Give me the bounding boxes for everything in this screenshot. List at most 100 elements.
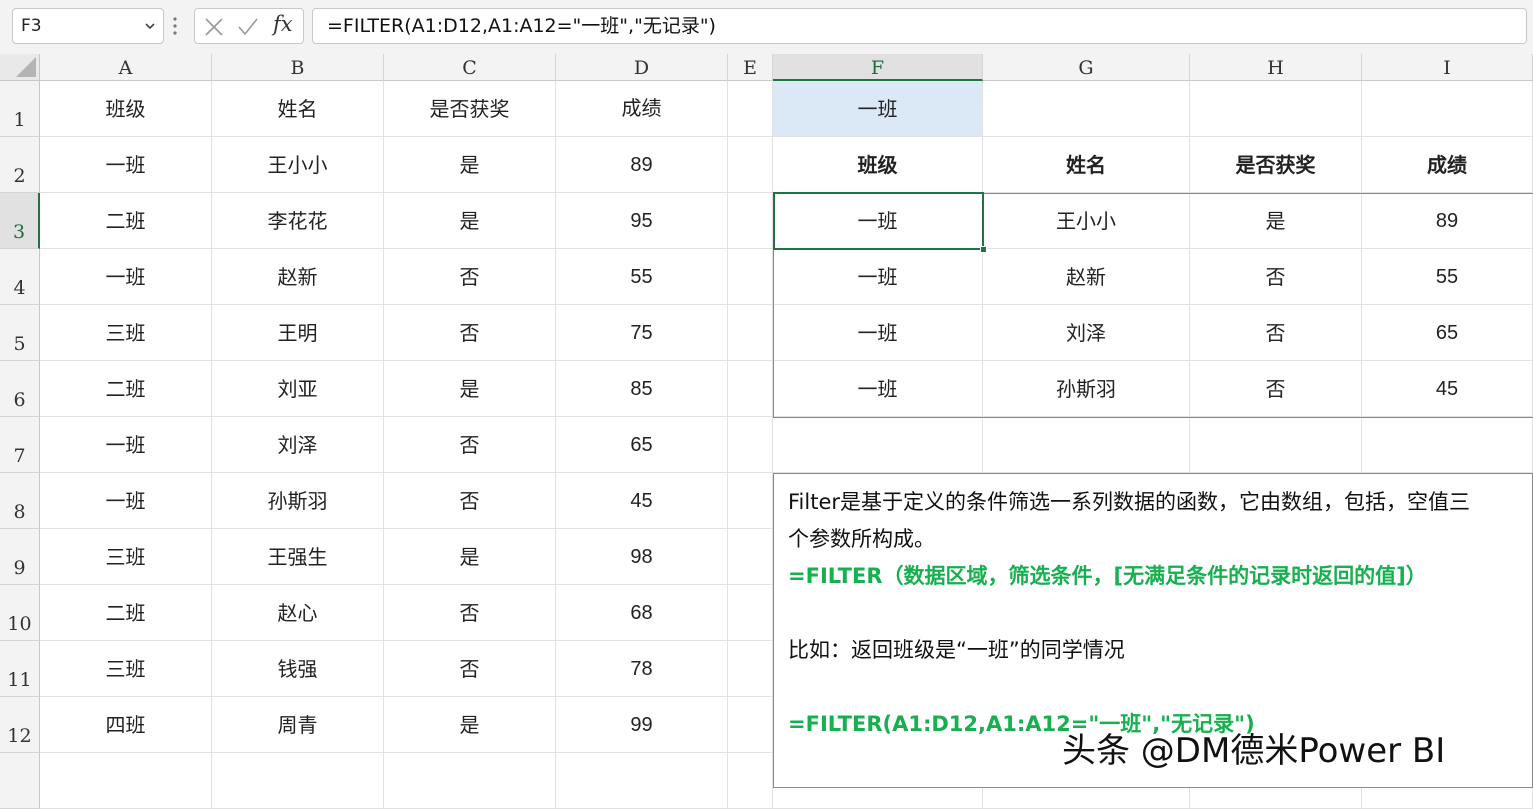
row-header-8[interactable]: 8 bbox=[0, 473, 40, 529]
cell-D4[interactable]: 55 bbox=[556, 249, 728, 305]
cell-D7[interactable]: 65 bbox=[556, 417, 728, 473]
cell-B2[interactable]: 王小小 bbox=[212, 137, 384, 193]
cell-A12[interactable]: 四班 bbox=[40, 697, 212, 753]
cell-D9[interactable]: 98 bbox=[556, 529, 728, 585]
cell-C7[interactable]: 否 bbox=[384, 417, 556, 473]
cell-E10[interactable] bbox=[728, 585, 773, 641]
cell-E4[interactable] bbox=[728, 249, 773, 305]
cell-I2[interactable]: 成绩 bbox=[1362, 137, 1533, 193]
cell-A1[interactable]: 班级 bbox=[40, 81, 212, 137]
cell-H2[interactable]: 是否获奖 bbox=[1190, 137, 1362, 193]
cell-A9[interactable]: 三班 bbox=[40, 529, 212, 585]
cell-A11[interactable]: 三班 bbox=[40, 641, 212, 697]
cell-A3[interactable]: 二班 bbox=[40, 193, 212, 249]
cancel-icon[interactable] bbox=[203, 16, 225, 38]
cell-E6[interactable] bbox=[728, 361, 773, 417]
cell-G7[interactable] bbox=[983, 417, 1190, 473]
column-header-F[interactable]: F bbox=[773, 54, 983, 81]
cell-B10[interactable]: 赵心 bbox=[212, 585, 384, 641]
cell-C3[interactable]: 是 bbox=[384, 193, 556, 249]
cell-B11[interactable]: 钱强 bbox=[212, 641, 384, 697]
cell-A4[interactable]: 一班 bbox=[40, 249, 212, 305]
cell-D10[interactable]: 68 bbox=[556, 585, 728, 641]
cell-C13[interactable] bbox=[384, 753, 556, 809]
cell-B6[interactable]: 刘亚 bbox=[212, 361, 384, 417]
row-header-10[interactable]: 10 bbox=[0, 585, 40, 641]
cell-A7[interactable]: 一班 bbox=[40, 417, 212, 473]
cell-B7[interactable]: 刘泽 bbox=[212, 417, 384, 473]
cell-F1[interactable]: 一班 bbox=[773, 81, 983, 137]
cell-C6[interactable]: 是 bbox=[384, 361, 556, 417]
cell-D11[interactable]: 78 bbox=[556, 641, 728, 697]
cell-C4[interactable]: 否 bbox=[384, 249, 556, 305]
cell-B8[interactable]: 孙斯羽 bbox=[212, 473, 384, 529]
cell-E11[interactable] bbox=[728, 641, 773, 697]
cell-D12[interactable]: 99 bbox=[556, 697, 728, 753]
cell-H3[interactable]: 是 bbox=[1190, 193, 1362, 249]
cell-F6[interactable]: 一班 bbox=[773, 361, 983, 417]
cell-A6[interactable]: 二班 bbox=[40, 361, 212, 417]
cell-G4[interactable]: 赵新 bbox=[983, 249, 1190, 305]
cell-F3[interactable]: 一班 bbox=[773, 193, 983, 249]
cell-B5[interactable]: 王明 bbox=[212, 305, 384, 361]
cell-B1[interactable]: 姓名 bbox=[212, 81, 384, 137]
cell-D6[interactable]: 85 bbox=[556, 361, 728, 417]
cell-D8[interactable]: 45 bbox=[556, 473, 728, 529]
column-header-D[interactable]: D bbox=[556, 54, 728, 81]
cell-A10[interactable]: 二班 bbox=[40, 585, 212, 641]
fill-handle[interactable] bbox=[980, 246, 987, 253]
cell-B13[interactable] bbox=[212, 753, 384, 809]
cell-G5[interactable]: 刘泽 bbox=[983, 305, 1190, 361]
cell-C2[interactable]: 是 bbox=[384, 137, 556, 193]
cell-E7[interactable] bbox=[728, 417, 773, 473]
cell-H1[interactable] bbox=[1190, 81, 1362, 137]
cell-D3[interactable]: 95 bbox=[556, 193, 728, 249]
name-box[interactable]: F3 bbox=[12, 8, 164, 44]
cell-B12[interactable]: 周青 bbox=[212, 697, 384, 753]
row-header-11[interactable]: 11 bbox=[0, 641, 40, 697]
cell-G3[interactable]: 王小小 bbox=[983, 193, 1190, 249]
cell-F2[interactable]: 班级 bbox=[773, 137, 983, 193]
column-header-C[interactable]: C bbox=[384, 54, 556, 81]
cell-F7[interactable] bbox=[773, 417, 983, 473]
row-header-12[interactable]: 12 bbox=[0, 697, 40, 753]
cell-E5[interactable] bbox=[728, 305, 773, 361]
select-all-button[interactable] bbox=[0, 54, 40, 81]
cell-G2[interactable]: 姓名 bbox=[983, 137, 1190, 193]
row-header-4[interactable]: 4 bbox=[0, 249, 40, 305]
column-header-I[interactable]: I bbox=[1362, 54, 1533, 81]
cell-B9[interactable]: 王强生 bbox=[212, 529, 384, 585]
column-header-B[interactable]: B bbox=[212, 54, 384, 81]
cell-G1[interactable] bbox=[983, 81, 1190, 137]
cell-E9[interactable] bbox=[728, 529, 773, 585]
cell-A5[interactable]: 三班 bbox=[40, 305, 212, 361]
cell-C9[interactable]: 是 bbox=[384, 529, 556, 585]
column-header-E[interactable]: E bbox=[728, 54, 773, 81]
cell-D1[interactable]: 成绩 bbox=[556, 81, 728, 137]
column-header-G[interactable]: G bbox=[983, 54, 1190, 81]
cell-F4[interactable]: 一班 bbox=[773, 249, 983, 305]
column-header-A[interactable]: A bbox=[40, 54, 212, 81]
row-header-partial[interactable] bbox=[0, 753, 40, 809]
cell-E2[interactable] bbox=[728, 137, 773, 193]
cell-C11[interactable]: 否 bbox=[384, 641, 556, 697]
cell-I7[interactable] bbox=[1362, 417, 1533, 473]
row-header-3[interactable]: 3 bbox=[0, 193, 40, 249]
cell-G6[interactable]: 孙斯羽 bbox=[983, 361, 1190, 417]
cell-I1[interactable] bbox=[1362, 81, 1533, 137]
cell-D13[interactable] bbox=[556, 753, 728, 809]
cell-A2[interactable]: 一班 bbox=[40, 137, 212, 193]
cell-C10[interactable]: 否 bbox=[384, 585, 556, 641]
cell-E1[interactable] bbox=[728, 81, 773, 137]
more-options-icon[interactable] bbox=[172, 14, 178, 38]
cell-I6[interactable]: 45 bbox=[1362, 361, 1533, 417]
confirm-check-icon[interactable] bbox=[237, 16, 259, 38]
cell-D2[interactable]: 89 bbox=[556, 137, 728, 193]
cell-H5[interactable]: 否 bbox=[1190, 305, 1362, 361]
cell-H6[interactable]: 否 bbox=[1190, 361, 1362, 417]
cell-A8[interactable]: 一班 bbox=[40, 473, 212, 529]
cell-D5[interactable]: 75 bbox=[556, 305, 728, 361]
cell-C1[interactable]: 是否获奖 bbox=[384, 81, 556, 137]
insert-function-icon[interactable]: fx bbox=[273, 12, 293, 36]
row-header-7[interactable]: 7 bbox=[0, 417, 40, 473]
